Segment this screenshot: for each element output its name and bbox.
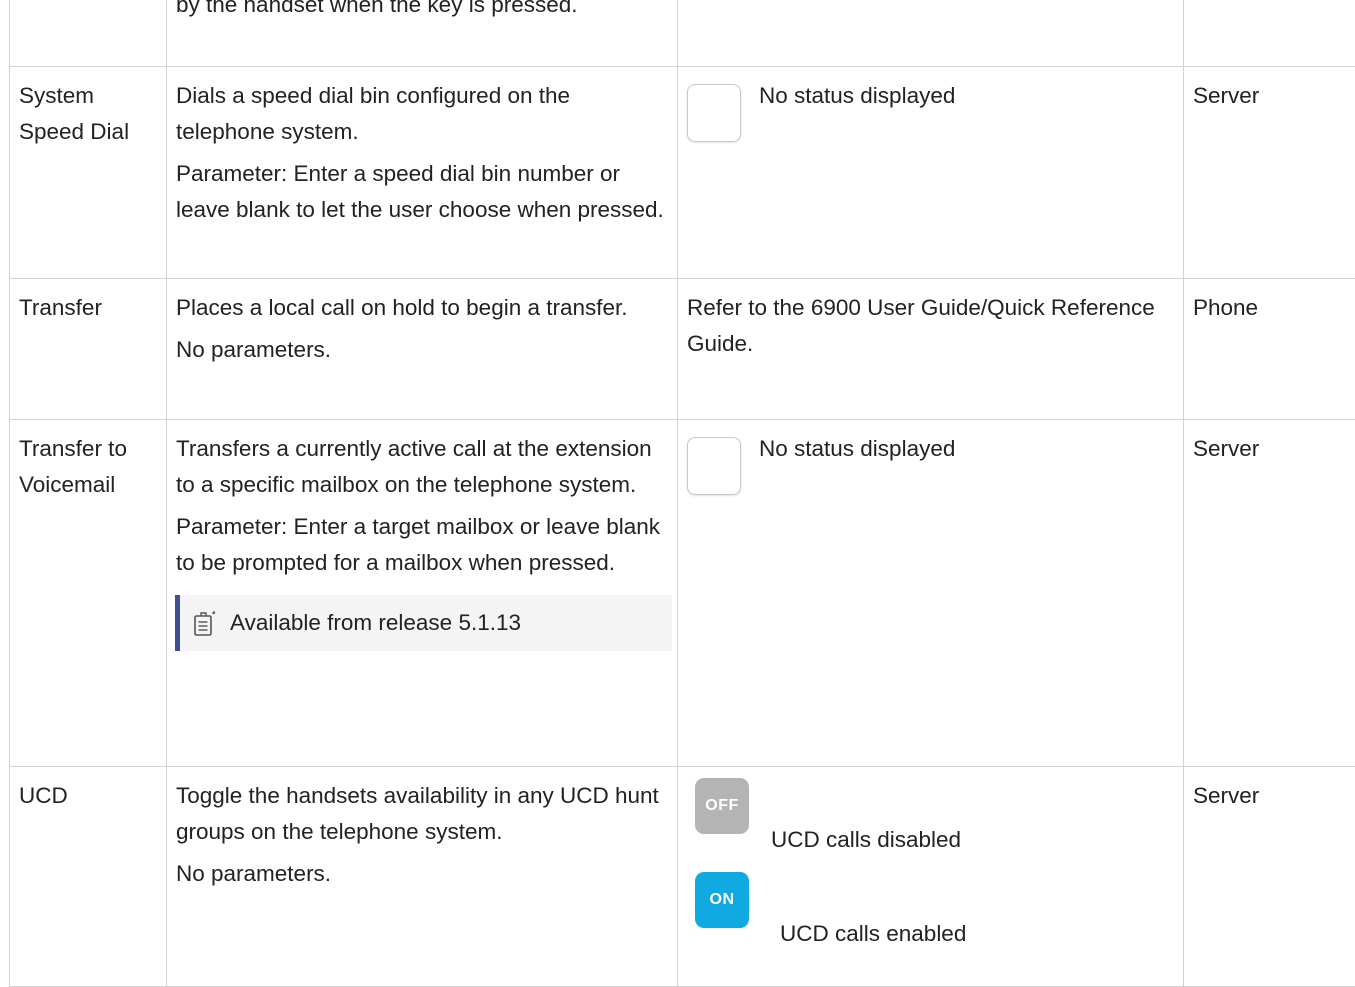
- location-cell: Server: [1184, 420, 1355, 767]
- note-icon: [192, 609, 218, 637]
- location-cell: Server: [1184, 767, 1355, 987]
- parameter-text: No parameters.: [176, 332, 668, 368]
- location-cell: Phone: [1184, 279, 1355, 420]
- status-cell: No status displayed: [678, 67, 1184, 279]
- location-text: Server: [1193, 83, 1259, 108]
- feature-name-cell: Transfer: [10, 279, 167, 420]
- feature-name-cell: System Speed Dial: [10, 67, 167, 279]
- location-text: Server: [1193, 436, 1259, 461]
- parameter-text: Parameter: Enter a target mailbox or lea…: [176, 509, 668, 581]
- on-badge-icon: ON: [695, 872, 749, 928]
- feature-name-cell: [10, 0, 167, 67]
- table-row: System Speed Dial Dials a speed dial bin…: [10, 67, 1355, 279]
- table-row: by the handset when the key is pressed.: [10, 0, 1355, 67]
- note-text: Available from release 5.1.13: [230, 609, 521, 637]
- release-note: Available from release 5.1.13: [175, 595, 672, 651]
- feature-description-cell: Dials a speed dial bin configured on the…: [167, 67, 678, 279]
- description-text: Toggle the handsets availability in any …: [176, 778, 668, 850]
- ucd-off-label: UCD calls disabled: [771, 822, 961, 858]
- feature-description-cell: by the handset when the key is pressed.: [167, 0, 678, 67]
- table-row: Transfer to Voicemail Transfers a curren…: [10, 420, 1355, 767]
- description-text: Places a local call on hold to begin a t…: [176, 290, 668, 326]
- description-text: by the handset when the key is pressed.: [176, 0, 668, 23]
- location-text: Server: [1193, 783, 1259, 808]
- ucd-on-label: UCD calls enabled: [780, 916, 966, 952]
- feature-description-cell: Places a local call on hold to begin a t…: [167, 279, 678, 420]
- status-cell: [678, 0, 1184, 67]
- status-placeholder-icon: [687, 437, 741, 495]
- description-text: Dials a speed dial bin configured on the…: [176, 78, 668, 150]
- description-text: Transfers a currently active call at the…: [176, 431, 668, 503]
- feature-description-cell: Toggle the handsets availability in any …: [167, 767, 678, 987]
- location-text: Phone: [1193, 295, 1258, 320]
- feature-name: UCD: [19, 783, 68, 808]
- location-cell: [1184, 0, 1355, 67]
- parameter-text: Parameter: Enter a speed dial bin number…: [176, 156, 668, 228]
- location-cell: Server: [1184, 67, 1355, 279]
- feature-name-cell: UCD: [10, 767, 167, 987]
- feature-name-cell: Transfer to Voicemail: [10, 420, 167, 767]
- status-text: Refer to the 6900 User Guide/Quick Refer…: [687, 295, 1155, 356]
- feature-table: by the handset when the key is pressed. …: [9, 0, 1355, 987]
- status-placeholder-icon: [687, 84, 741, 142]
- status-text: No status displayed: [759, 78, 955, 114]
- off-badge-icon: OFF: [695, 778, 749, 834]
- feature-name: System Speed Dial: [19, 83, 129, 144]
- status-cell: No status displayed: [678, 420, 1184, 767]
- status-cell: Refer to the 6900 User Guide/Quick Refer…: [678, 279, 1184, 420]
- status-cell: OFF UCD calls disabled ON UCD calls enab…: [678, 767, 1184, 987]
- table-row: Transfer Places a local call on hold to …: [10, 279, 1355, 420]
- parameter-text: No parameters.: [176, 856, 668, 892]
- ucd-off-state: OFF UCD calls disabled: [687, 778, 1174, 872]
- feature-description-cell: Transfers a currently active call at the…: [167, 420, 678, 767]
- feature-name: Transfer: [19, 295, 102, 320]
- status-text: No status displayed: [759, 431, 955, 467]
- ucd-on-state: ON UCD calls enabled: [687, 872, 1174, 958]
- table-row: UCD Toggle the handsets availability in …: [10, 767, 1355, 987]
- feature-name: Transfer to Voicemail: [19, 436, 127, 497]
